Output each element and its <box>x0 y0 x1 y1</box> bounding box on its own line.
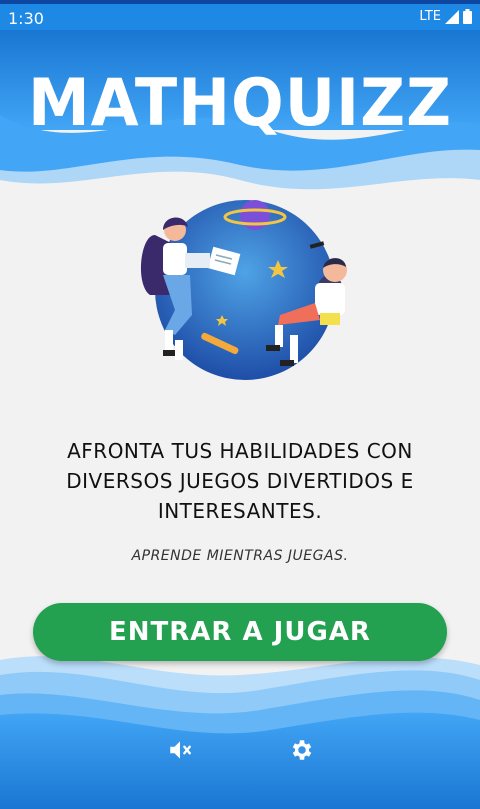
footer-wave-background <box>0 656 480 809</box>
subtitle-text: APRENDE MIENTRAS JUEGAS. <box>131 548 349 564</box>
battery-icon <box>463 9 472 24</box>
volume-off-icon <box>170 741 191 759</box>
settings-button[interactable] <box>287 735 317 765</box>
status-bar: 1:30 LTE <box>0 0 480 30</box>
play-button[interactable]: ENTRAR A JUGAR <box>33 603 447 661</box>
headline-text: AFRONTA TUS HABILIDADES CON DIVERSOS JUE… <box>66 439 414 523</box>
app-title: MATHQUIZZ <box>27 64 453 141</box>
status-indicators: LTE <box>419 9 472 24</box>
students-illustration <box>140 200 347 380</box>
network-type: LTE <box>419 9 441 24</box>
mute-button[interactable] <box>165 735 195 765</box>
gear-icon <box>292 740 312 760</box>
status-time: 1:30 <box>8 9 44 28</box>
signal-icon <box>445 9 459 24</box>
